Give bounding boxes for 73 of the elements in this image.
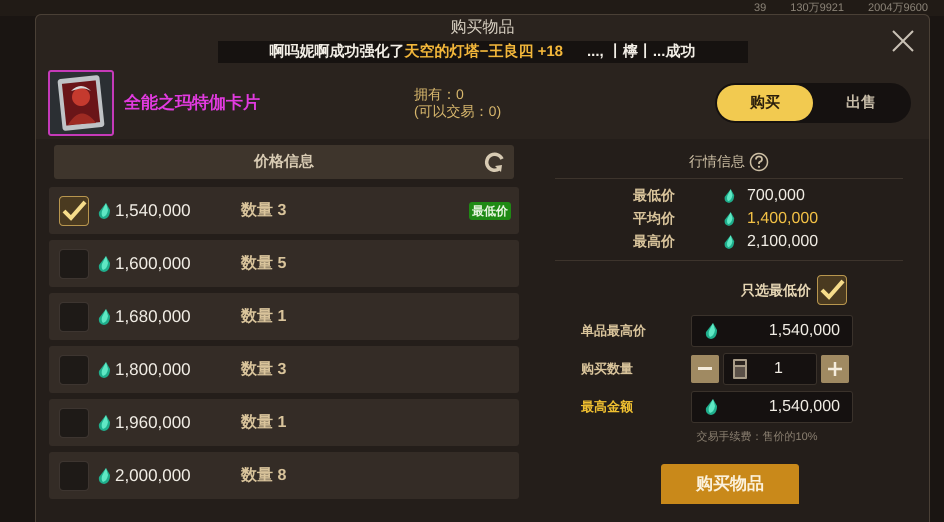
checkbox[interactable] <box>59 408 89 438</box>
stat-value: 1,400,000 <box>747 208 818 228</box>
stat-label: 最低价 <box>632 186 675 205</box>
check-icon <box>61 200 87 222</box>
lowest-price-badge: 最低价 <box>469 202 511 220</box>
field-label: 单品最高价 <box>580 322 647 340</box>
price-value: 1,680,000 <box>115 306 192 328</box>
gem-icon <box>97 466 111 484</box>
price-value: 1,600,000 <box>115 252 192 275</box>
item-name: 全能之玛特伽卡片 <box>124 92 261 114</box>
field-label: 购买数量 <box>580 360 634 378</box>
price-header-title: 价格信息 <box>254 152 314 172</box>
quantity-field[interactable]: 1 <box>723 353 817 385</box>
price-value: 1,960,000 <box>115 412 192 434</box>
mode-tab[interactable]: 出售 <box>813 85 909 121</box>
currency-count: 2004万9600 <box>868 0 928 16</box>
calculator-icon <box>732 358 748 380</box>
checkbox[interactable] <box>59 248 89 278</box>
tradable-count: (可以交易：0) <box>414 103 502 120</box>
currency-count: 39 <box>754 0 766 16</box>
refresh-icon[interactable] <box>484 151 506 173</box>
stat-label: 平均价 <box>632 209 675 228</box>
lowest-only-label: 只选最低价 <box>741 280 811 300</box>
dialog-title: 购买物品 <box>450 18 514 38</box>
gem-icon <box>723 234 735 250</box>
price-row[interactable]: 2,000,000 数量 8 <box>49 452 519 499</box>
mode-tab[interactable]: 购买 <box>717 85 813 121</box>
quantity-text: 数量 3 <box>241 200 286 220</box>
gem-icon <box>97 414 111 432</box>
gem-icon <box>97 360 111 378</box>
minus-icon <box>698 367 712 371</box>
notice-text: 啊吗妮啊成功强化了天空的灯塔−王良四 +18 ..., 丨檸丨...成功 <box>270 42 696 62</box>
gem-icon <box>723 210 735 226</box>
price-value: 2,000,000 <box>115 464 192 487</box>
owned-count: 拥有：0 <box>414 86 465 103</box>
gem-icon <box>723 188 735 204</box>
fee-note: 交易手续费：售价的10% <box>696 430 818 445</box>
gem-icon <box>704 398 718 416</box>
price-value: 1,800,000 <box>115 358 192 381</box>
gem-icon <box>97 202 111 220</box>
max-price-field[interactable]: 1,540,000 <box>691 315 853 347</box>
price-row[interactable]: 1,960,000 数量 1 <box>49 399 519 446</box>
quantity-text: 数量 1 <box>241 306 286 326</box>
checkbox[interactable] <box>59 302 89 332</box>
stat-value: 700,000 <box>747 186 805 206</box>
minus-button[interactable] <box>691 355 719 383</box>
price-value: 1,540,000 <box>115 200 192 222</box>
price-row[interactable]: 1,540,000 数量 3 最低价 <box>49 187 519 234</box>
price-row[interactable]: 1,600,000 数量 5 <box>49 240 519 287</box>
check-icon <box>819 279 845 301</box>
currency-count: 130万9921 <box>790 0 844 16</box>
stat-label: 最高价 <box>632 232 675 251</box>
quantity-text: 数量 8 <box>241 466 286 486</box>
plus-button[interactable] <box>821 355 849 383</box>
price-row[interactable]: 1,800,000 数量 3 <box>49 346 519 393</box>
close-icon[interactable] <box>891 29 915 53</box>
stat-value: 2,100,000 <box>747 232 818 252</box>
checkbox[interactable] <box>817 275 847 305</box>
gem-icon <box>97 308 111 326</box>
gem-icon <box>704 322 718 340</box>
market-title: 行情信息 <box>689 152 745 171</box>
plus-icon <box>828 362 842 376</box>
price-row[interactable]: 1,680,000 数量 1 <box>49 293 519 340</box>
quantity-text: 数量 3 <box>241 360 286 380</box>
gem-icon <box>97 254 111 272</box>
quantity-text: 数量 5 <box>241 254 286 274</box>
help-icon[interactable] <box>749 152 769 172</box>
field-label: 最高金额 <box>580 398 634 416</box>
checkbox[interactable] <box>59 354 89 384</box>
max-total-field[interactable]: 1,540,000 <box>691 391 853 423</box>
quantity-text: 数量 1 <box>241 412 286 432</box>
checkbox[interactable] <box>59 460 89 490</box>
checkbox[interactable] <box>59 196 89 226</box>
